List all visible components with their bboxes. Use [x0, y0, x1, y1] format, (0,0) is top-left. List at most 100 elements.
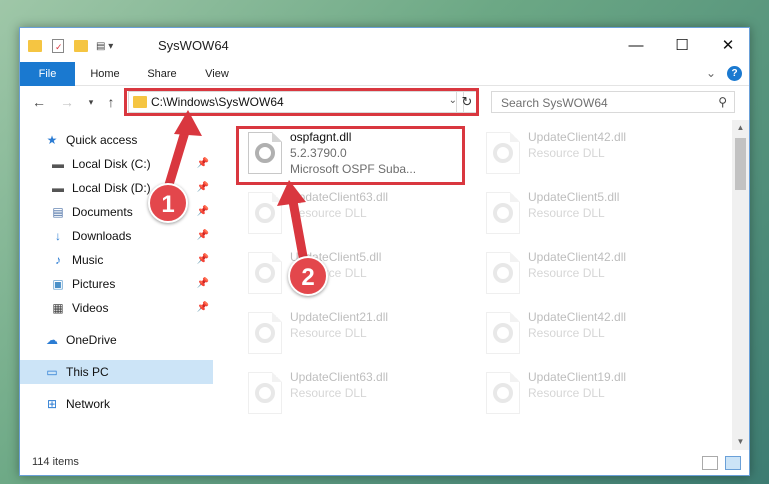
search-icon: ⚲ [718, 95, 727, 109]
file-description: Resource DLL [528, 326, 605, 340]
scroll-up-icon[interactable]: ▲ [732, 120, 749, 136]
cloud-icon: ☁ [46, 333, 58, 347]
sidebar-item-onedrive[interactable]: ☁ OneDrive [20, 328, 213, 352]
pin-icon[interactable]: 📌 [197, 254, 209, 265]
sidebar-item-label: Music [72, 253, 104, 267]
sidebar-item-this-pc[interactable]: ▭ This PC [20, 360, 213, 384]
pictures-icon: ▣ [52, 277, 64, 291]
ribbon: File Home Share View ⌄ ? [20, 62, 749, 86]
music-icon: ♪ [55, 253, 61, 267]
pin-icon[interactable]: 📌 [197, 182, 209, 193]
sidebar-item-label: Network [66, 397, 111, 411]
help-icon[interactable]: ? [727, 66, 742, 81]
sidebar-item-label: Local Disk (C:) [72, 157, 151, 171]
file-item[interactable]: UpdateClient5.dll Resource DLL [240, 246, 460, 300]
file-description: Resource DLL [290, 386, 367, 400]
search-box[interactable]: Search SysWOW64 ⚲ [491, 91, 735, 113]
sidebar-item-pictures[interactable]: ▣ Pictures 📌 [20, 272, 213, 296]
scroll-thumb[interactable] [735, 138, 746, 190]
sidebar-item-quick-access[interactable]: ★ Quick access [20, 128, 213, 152]
file-name: UpdateClient63.dll [290, 190, 389, 204]
file-name: UpdateClient19.dll [528, 370, 627, 384]
step-marker-1: 1 [148, 183, 188, 223]
file-name: UpdateClient42.dll [528, 250, 627, 264]
new-folder-icon[interactable] [74, 40, 88, 52]
file-description: Resource DLL [528, 386, 605, 400]
file-name: UpdateClient42.dll [528, 310, 627, 324]
sidebar-item-label: Downloads [72, 229, 132, 243]
search-placeholder: Search SysWOW64 [501, 96, 608, 110]
back-arrow-icon[interactable]: ← [30, 94, 48, 110]
file-highlight [236, 126, 465, 185]
file-name: UpdateClient5.dll [528, 190, 620, 204]
file-name: UpdateClient63.dll [290, 370, 389, 384]
details-view-icon[interactable] [702, 456, 718, 470]
star-icon: ★ [46, 133, 58, 147]
pin-icon[interactable]: 📌 [197, 278, 209, 289]
large-icons-view-icon[interactable] [725, 456, 741, 470]
sidebar-item-network[interactable]: ⊞ Network [20, 392, 213, 416]
status-bar: 114 items [20, 452, 749, 476]
step-marker-2: 2 [288, 256, 328, 296]
navigation-pane: ★ Quick access ▬ Local Disk (C:) 📌 ▬ Loc… [20, 120, 213, 450]
properties-icon[interactable]: ✓ [52, 39, 64, 53]
drive-icon: ▬ [52, 181, 64, 195]
maximize-button[interactable]: ☐ [659, 28, 705, 62]
tab-file[interactable]: File [20, 62, 75, 86]
sidebar-item-label: Videos [72, 301, 109, 315]
videos-icon: ▦ [52, 301, 64, 315]
dll-file-icon [248, 312, 282, 354]
title-bar: ✓ ▤ ▾ SysWOW64 — ☐ ✕ [20, 28, 749, 62]
download-icon: ↓ [55, 229, 61, 243]
recent-locations-icon[interactable]: ▾ [82, 94, 100, 110]
sidebar-item-videos[interactable]: ▦ Videos 📌 [20, 296, 213, 320]
file-description: Resource DLL [528, 146, 605, 160]
sidebar-item-downloads[interactable]: ↓ Downloads 📌 [20, 224, 213, 248]
pin-icon[interactable]: 📌 [197, 230, 209, 241]
file-item[interactable]: UpdateClient42.dll Resource DLL [478, 306, 698, 360]
file-item[interactable]: UpdateClient42.dll Resource DLL [478, 246, 698, 300]
file-name: UpdateClient42.dll [528, 130, 627, 144]
dll-file-icon [248, 372, 282, 414]
minimize-button[interactable]: — [613, 28, 659, 62]
chevron-down-icon[interactable]: ⌄ [706, 66, 716, 80]
dll-file-icon [486, 372, 520, 414]
tab-view[interactable]: View [196, 62, 238, 86]
file-description: Resource DLL [528, 266, 605, 280]
dll-file-icon [486, 312, 520, 354]
sidebar-item-label: Quick access [66, 133, 138, 147]
dll-file-icon [248, 192, 282, 234]
sidebar-item-label: Local Disk (D:) [72, 181, 151, 195]
sidebar-item-label: OneDrive [66, 333, 117, 347]
file-item[interactable]: UpdateClient5.dll Resource DLL [478, 186, 698, 240]
close-button[interactable]: ✕ [705, 28, 751, 62]
file-description: Resource DLL [290, 326, 367, 340]
dll-file-icon [486, 192, 520, 234]
file-item[interactable]: UpdateClient19.dll Resource DLL [478, 366, 698, 420]
dll-file-icon [248, 252, 282, 294]
up-arrow-icon[interactable]: ↑ [102, 94, 120, 110]
folder-icon [28, 40, 42, 52]
file-description: Resource DLL [290, 206, 367, 220]
customize-toolbar-icon[interactable]: ▤ ▾ [96, 41, 113, 52]
file-item[interactable]: UpdateClient42.dll Resource DLL [478, 126, 698, 180]
file-item[interactable]: UpdateClient63.dll Resource DLL [240, 186, 460, 240]
sidebar-item-local-disk-c[interactable]: ▬ Local Disk (C:) 📌 [20, 152, 213, 176]
tab-share[interactable]: Share [140, 62, 184, 86]
file-name: UpdateClient21.dll [290, 310, 389, 324]
dll-file-icon [486, 132, 520, 174]
file-item[interactable]: UpdateClient63.dll Resource DLL [240, 366, 460, 420]
pin-icon[interactable]: 📌 [197, 158, 209, 169]
drive-icon: ▬ [52, 157, 64, 171]
vertical-scrollbar[interactable]: ▲ ▼ [732, 120, 749, 450]
file-item[interactable]: UpdateClient21.dll Resource DLL [240, 306, 460, 360]
forward-arrow-icon[interactable]: → [58, 94, 76, 110]
documents-icon: ▤ [52, 205, 64, 219]
quick-access-toolbar: ✓ ▤ ▾ [28, 37, 113, 55]
sidebar-item-music[interactable]: ♪ Music 📌 [20, 248, 213, 272]
scroll-down-icon[interactable]: ▼ [732, 434, 749, 450]
window-title: SysWOW64 [158, 38, 229, 53]
pin-icon[interactable]: 📌 [197, 206, 209, 217]
tab-home[interactable]: Home [82, 62, 128, 86]
pin-icon[interactable]: 📌 [197, 302, 209, 313]
